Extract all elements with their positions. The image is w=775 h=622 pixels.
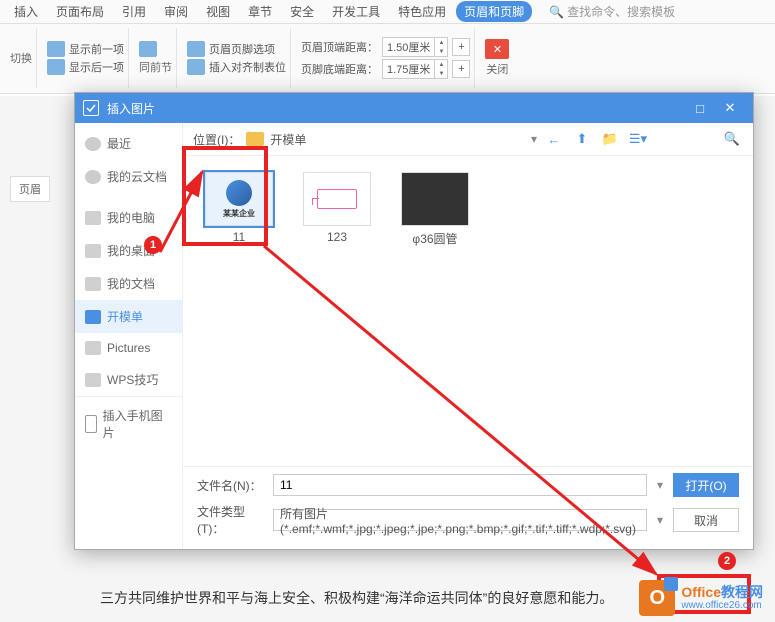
close-label: 关闭: [485, 61, 509, 77]
folder-icon: [246, 132, 264, 146]
tab-page-layout[interactable]: 页面布局: [48, 1, 112, 22]
next-icon: [47, 59, 65, 75]
header-dist-plus[interactable]: +: [452, 38, 470, 56]
close-header-footer-button[interactable]: ✕: [485, 39, 509, 59]
ribbon-toolbar: 切换 显示前一项 显示后一项 同前节 页眉页脚选项 插入对齐制表位 页眉顶端距离…: [0, 24, 775, 94]
header-dist-spinbox[interactable]: 1.50厘米▲▼: [382, 37, 448, 57]
app-logo-icon: [83, 100, 99, 116]
documents-icon: [85, 277, 101, 291]
thumbnail-phi36: [401, 172, 469, 226]
footer-dist-label: 页脚底端距离：: [301, 61, 378, 77]
insert-align-tab-button[interactable]: 插入对齐制表位: [187, 59, 286, 75]
open-button[interactable]: 打开(O): [673, 473, 739, 497]
tab-dev-tools[interactable]: 开发工具: [324, 1, 388, 22]
filename-input[interactable]: [273, 474, 647, 496]
dialog-title: 插入图片: [107, 100, 685, 117]
file-grid: 某某企业 11 123 φ36圆管: [183, 156, 753, 466]
tab-sections[interactable]: 章节: [240, 1, 280, 22]
tab-icon: [187, 59, 205, 75]
dialog-sidebar: 最近 我的云文档 我的电脑 我的桌面 我的文档 开模单 Pictures WPS…: [75, 123, 183, 549]
tab-insert[interactable]: 插入: [6, 1, 46, 22]
sidebar-item-kaimodan[interactable]: 开模单: [75, 300, 182, 333]
new-folder-button[interactable]: 📁: [599, 129, 621, 149]
search-button[interactable]: 🔍: [721, 129, 743, 149]
footer-dist-plus[interactable]: +: [452, 60, 470, 78]
sidebar-item-wpstips[interactable]: WPS技巧: [75, 363, 182, 396]
footer-dist-spinbox[interactable]: 1.75厘米▲▼: [382, 59, 448, 79]
cancel-button[interactable]: 取消: [673, 508, 739, 532]
prev-icon: [47, 41, 65, 57]
folder-icon: [85, 341, 101, 355]
same-section-label: 同前节: [139, 59, 172, 75]
options-icon: [187, 41, 205, 57]
insert-picture-dialog: 插入图片 □ ✕ 最近 我的云文档 我的电脑 我的桌面 我的文档 开模单 Pic…: [74, 92, 754, 550]
watermark: O Office教程网 www.office26.com: [639, 580, 763, 616]
computer-icon: [85, 211, 101, 225]
same-section-button[interactable]: [139, 41, 172, 57]
watermark-icon: O: [639, 580, 675, 616]
folder-icon: [85, 373, 101, 387]
insert-phone-picture[interactable]: 插入手机图片: [75, 396, 182, 451]
up-button[interactable]: ⬆: [571, 129, 593, 149]
sidebar-item-documents[interactable]: 我的文档: [75, 267, 182, 300]
desktop-icon: [85, 244, 101, 258]
tab-header-footer[interactable]: 页眉和页脚: [456, 1, 532, 22]
close-dialog-button[interactable]: ✕: [715, 100, 745, 116]
sidebar-item-computer[interactable]: 我的电脑: [75, 201, 182, 234]
tab-references[interactable]: 引用: [114, 1, 154, 22]
tab-special[interactable]: 特色应用: [390, 1, 454, 22]
thumbnail-123: [303, 172, 371, 226]
sidebar-item-desktop[interactable]: 我的桌面: [75, 234, 182, 267]
current-folder-name: 开模单: [270, 131, 306, 148]
tab-view[interactable]: 视图: [198, 1, 238, 22]
sidebar-item-recent[interactable]: 最近: [75, 127, 182, 160]
back-button[interactable]: ←: [543, 129, 565, 149]
view-button[interactable]: ☰▾: [627, 129, 649, 149]
document-body-text: 三方共同维护世界和平与海上安全、积极构建“海洋命运共同体”的良好意愿和能力。: [100, 585, 705, 612]
search-placeholder: 查找命令、搜索模板: [567, 3, 675, 20]
header-region-tab[interactable]: 页眉: [10, 176, 50, 202]
thumbnail-11: 某某企业: [205, 172, 273, 226]
clock-icon: [85, 137, 101, 151]
location-bar: 位置(I)： 开模单 ▾ ← ⬆ 📁 ☰▾ 🔍: [183, 123, 753, 156]
show-next-button[interactable]: 显示后一项: [47, 59, 124, 75]
maximize-button[interactable]: □: [685, 101, 715, 116]
dialog-titlebar: 插入图片 □ ✕: [75, 93, 753, 123]
tab-security[interactable]: 安全: [282, 1, 322, 22]
search-icon: 🔍: [549, 5, 564, 19]
link-icon: [139, 41, 157, 57]
file-item-123[interactable]: 123: [297, 172, 377, 244]
filetype-label: 文件类型(T)：: [197, 503, 267, 537]
show-prev-button[interactable]: 显示前一项: [47, 41, 124, 57]
header-dist-label: 页眉顶端距离：: [301, 39, 378, 55]
filename-label: 文件名(N)：: [197, 477, 267, 494]
sidebar-item-pictures[interactable]: Pictures: [75, 333, 182, 363]
header-footer-options-button[interactable]: 页眉页脚选项: [187, 41, 286, 57]
cloud-icon: [85, 170, 101, 184]
folder-icon: [85, 310, 101, 324]
command-search[interactable]: 🔍 查找命令、搜索模板: [549, 3, 675, 20]
filetype-select[interactable]: 所有图片(*.emf;*.wmf;*.jpg;*.jpeg;*.jpe;*.pn…: [273, 509, 647, 531]
tab-review[interactable]: 审阅: [156, 1, 196, 22]
file-item-11[interactable]: 某某企业 11: [199, 172, 279, 244]
dialog-footer: 文件名(N)： ▾ 打开(O) 文件类型(T)： 所有图片(*.emf;*.wm…: [183, 466, 753, 549]
phone-icon: [85, 415, 97, 433]
switch-label: 切换: [10, 50, 32, 66]
ribbon-tabs: 插入 页面布局 引用 审阅 视图 章节 安全 开发工具 特色应用 页眉和页脚 🔍…: [0, 0, 775, 24]
sidebar-item-cloud[interactable]: 我的云文档: [75, 160, 182, 193]
location-label: 位置(I)：: [193, 131, 240, 148]
file-item-phi36[interactable]: φ36圆管: [395, 172, 475, 247]
